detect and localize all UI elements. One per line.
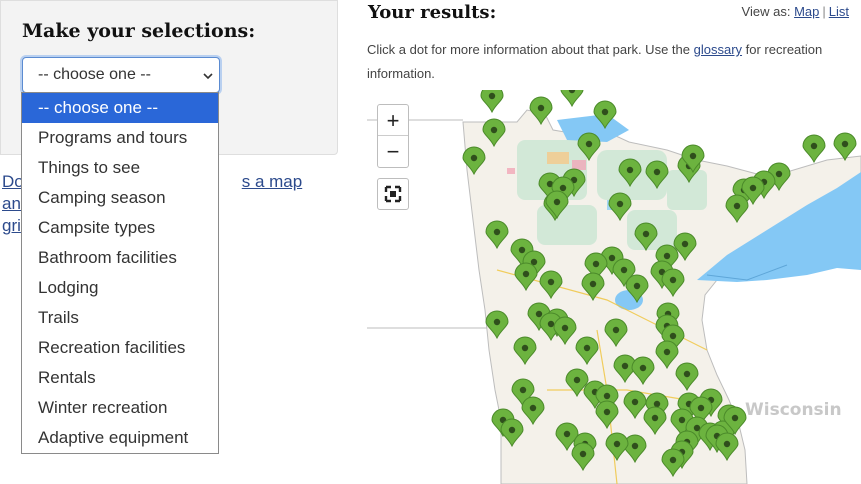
option-winter-recreation[interactable]: Winter recreation	[22, 393, 218, 423]
category-dropdown-list[interactable]: -- choose one -- Programs and tours Thin…	[21, 92, 219, 454]
map-pin-icon[interactable]	[833, 132, 857, 162]
zoom-out-button[interactable]: −	[378, 136, 408, 167]
option-things-to-see[interactable]: Things to see	[22, 153, 218, 183]
option-choose-one[interactable]: -- choose one --	[22, 93, 218, 123]
select-value: -- choose one --	[38, 66, 151, 83]
fullscreen-button[interactable]	[377, 178, 409, 210]
option-rentals[interactable]: Rentals	[22, 363, 218, 393]
results-title: Your results:	[368, 2, 497, 23]
map-canvas[interactable]	[367, 90, 861, 484]
option-camping-season[interactable]: Camping season	[22, 183, 218, 213]
option-adaptive-equipment[interactable]: Adaptive equipment	[22, 423, 218, 453]
option-bathroom-facilities[interactable]: Bathroom facilities	[22, 243, 218, 273]
option-campsite-types[interactable]: Campsite types	[22, 213, 218, 243]
option-recreation-facilities[interactable]: Recreation facilities	[22, 333, 218, 363]
chevron-down-icon	[203, 73, 213, 80]
map-pin-icon[interactable]	[480, 90, 504, 114]
parks-map[interactable]: + − Wisconsin	[367, 90, 861, 484]
view-list-link[interactable]: List	[829, 4, 849, 19]
panel-title: Make your selections:	[22, 20, 256, 42]
map-pin-icon[interactable]	[802, 134, 826, 164]
view-map-link[interactable]: Map	[794, 4, 819, 19]
category-select[interactable]: -- choose one --	[22, 57, 220, 93]
view-as-label: View as:	[741, 4, 791, 19]
option-programs-tours[interactable]: Programs and tours	[22, 123, 218, 153]
results-instructions: Click a dot for more information about t…	[367, 42, 823, 81]
fullscreen-icon	[384, 185, 402, 203]
glossary-link[interactable]: glossary	[694, 42, 742, 57]
option-lodging[interactable]: Lodging	[22, 273, 218, 303]
view-as-switcher: View as: Map | List	[742, 4, 849, 19]
option-trails[interactable]: Trails	[22, 303, 218, 333]
region-label-wisconsin: Wisconsin	[745, 400, 842, 420]
map-pin-icon[interactable]	[560, 90, 584, 108]
view-separator: |	[822, 4, 826, 19]
zoom-controls: + −	[377, 104, 409, 168]
zoom-in-button[interactable]: +	[378, 105, 408, 136]
